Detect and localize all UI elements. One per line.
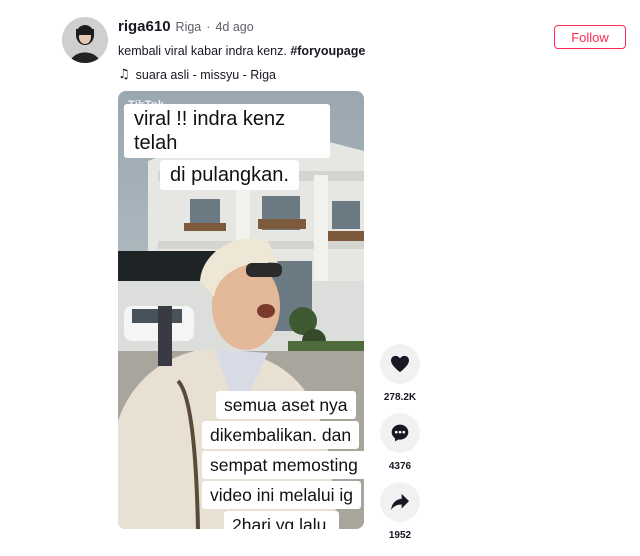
username[interactable]: riga610 <box>118 18 171 35</box>
overlay-line: di pulangkan. <box>160 160 299 190</box>
post-header: riga610 Riga · 4d ago kembali viral kaba… <box>118 18 365 82</box>
music-title[interactable]: suara asli - missyu - Riga <box>136 68 276 82</box>
action-bar: 278.2K 4376 1952 <box>380 344 420 551</box>
video-text-bottom: semua aset nya dikembalikan. dan sempat … <box>202 391 364 529</box>
video-text-top: viral !! indra kenz telah di pulangkan. <box>124 104 330 190</box>
overlay-line: viral !! indra kenz telah <box>124 104 330 158</box>
share-button[interactable] <box>380 482 420 522</box>
share-action: 1952 <box>380 482 420 541</box>
like-count: 278.2K <box>383 392 417 403</box>
caption: kembali viral kabar indra kenz. #foryoup… <box>118 44 365 58</box>
comment-icon <box>391 424 409 442</box>
music-link[interactable]: ♫ suara asli - missyu - Riga <box>118 67 365 82</box>
overlay-line: 2hari yg lalu. <box>224 511 340 529</box>
like-button[interactable] <box>380 344 420 384</box>
caption-hashtag[interactable]: #foryoupage <box>290 44 365 58</box>
avatar[interactable] <box>62 17 108 63</box>
avatar-image <box>62 17 108 63</box>
comment-action: 4376 <box>380 413 420 472</box>
comment-button[interactable] <box>380 413 420 453</box>
music-note-icon: ♫ <box>118 67 130 82</box>
heart-icon <box>391 355 409 373</box>
separator: · <box>206 20 211 34</box>
post-time: 4d ago <box>215 20 254 34</box>
nickname[interactable]: Riga <box>176 20 202 34</box>
share-count: 1952 <box>388 530 412 541</box>
overlay-line: video ini melalui ig <box>202 481 361 509</box>
comment-count: 4376 <box>388 461 412 472</box>
share-arrow-icon <box>391 493 409 511</box>
overlay-line: semua aset nya <box>216 391 356 419</box>
follow-button[interactable]: Follow <box>554 25 626 49</box>
video-player[interactable]: TikTok viral !! indra kenz telah di pula… <box>118 91 364 529</box>
overlay-line: sempat memosting <box>202 451 364 479</box>
overlay-line: dikembalikan. dan <box>202 421 360 449</box>
caption-text: kembali viral kabar indra kenz. <box>118 44 287 58</box>
like-action: 278.2K <box>380 344 420 403</box>
